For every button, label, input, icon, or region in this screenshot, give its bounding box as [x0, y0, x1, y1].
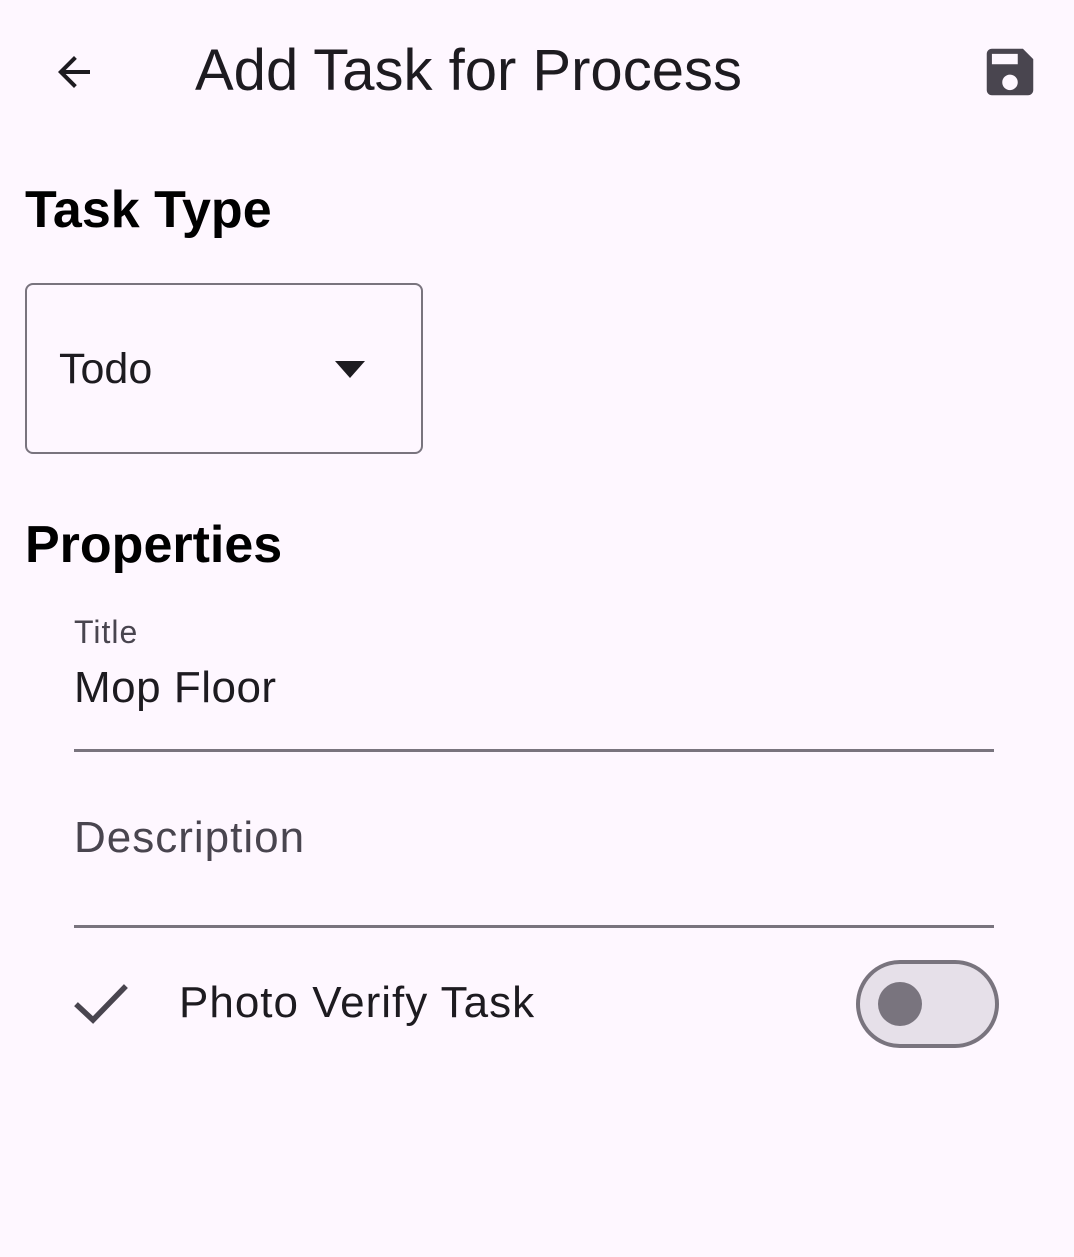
page-title: Add Task for Process [195, 38, 742, 103]
description-field-underline [74, 925, 994, 928]
photo-verify-switch[interactable] [856, 960, 999, 1048]
properties-heading: Properties [25, 516, 283, 574]
task-type-selected-value: Todo [59, 345, 153, 393]
title-field-value: Mop Floor [74, 663, 277, 712]
arrow-back-icon [58, 56, 90, 88]
task-type-heading: Task Type [25, 181, 272, 239]
app-bar: Add Task for Process [0, 0, 1074, 144]
title-field-underline [74, 749, 994, 752]
task-type-dropdown[interactable]: Todo [25, 283, 423, 454]
switch-thumb [878, 982, 922, 1026]
arrow-drop-down-icon [335, 361, 365, 378]
save-icon [986, 48, 1034, 96]
check-icon [74, 984, 128, 1024]
title-field-label: Title [74, 614, 139, 650]
description-field[interactable]: Description [74, 790, 994, 928]
description-field-placeholder: Description [74, 813, 306, 862]
photo-verify-row: Photo Verify Task [0, 955, 1074, 1055]
save-button[interactable] [966, 28, 1054, 116]
photo-verify-label: Photo Verify Task [179, 978, 536, 1027]
title-field[interactable]: Title Mop Floor [74, 600, 994, 752]
back-button[interactable] [30, 28, 118, 116]
